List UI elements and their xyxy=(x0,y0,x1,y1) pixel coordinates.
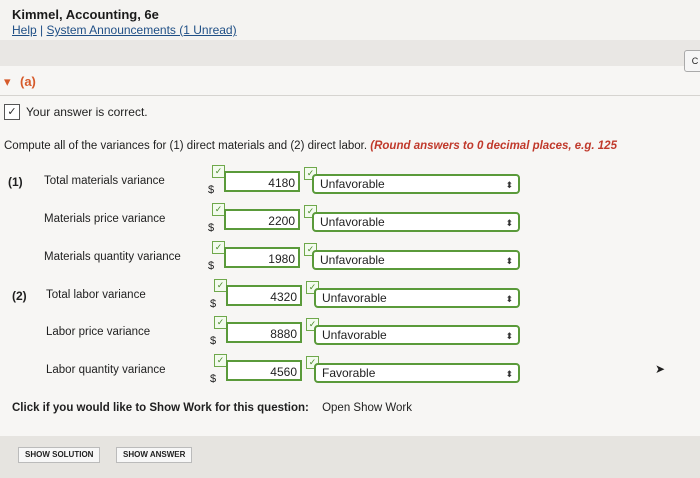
select-arrows-icon: ⬍ xyxy=(505,218,513,228)
help-link[interactable]: Help xyxy=(12,23,37,37)
show-work-line: Click if you would like to Show Work for… xyxy=(12,402,412,414)
announcements-link[interactable]: System Announcements (1 Unread) xyxy=(47,23,237,37)
select-arrows-icon: ⬍ xyxy=(505,369,513,379)
dollar-sign: $ xyxy=(208,222,215,234)
correct-indicator: ✓ Your answer is correct. xyxy=(4,104,148,120)
side-button[interactable]: C xyxy=(684,50,700,72)
open-show-work-link[interactable]: Open Show Work xyxy=(322,402,412,414)
bottom-bar xyxy=(0,436,700,478)
status-select[interactable]: Unfavorable ⬍ xyxy=(312,174,520,194)
amount-input[interactable]: 4560 xyxy=(226,360,302,381)
correct-text: Your answer is correct. xyxy=(26,105,148,119)
row-number: (1) xyxy=(8,175,23,189)
select-arrows-icon: ⬍ xyxy=(505,256,513,266)
show-solution-button[interactable]: SHOW SOLUTION xyxy=(18,447,101,463)
amount-input[interactable]: 8880 xyxy=(226,322,302,343)
rounding-note: (Round answers to 0 decimal places, e.g.… xyxy=(370,140,617,152)
status-value: Unfavorable xyxy=(320,253,385,267)
dollar-sign: $ xyxy=(208,260,215,272)
status-select[interactable]: Unfavorable ⬍ xyxy=(314,325,520,345)
dollar-sign: $ xyxy=(208,184,215,196)
amount-input[interactable]: 2200 xyxy=(224,209,300,230)
variance-label: Total labor variance xyxy=(46,289,146,301)
dollar-sign: $ xyxy=(210,373,217,385)
status-select[interactable]: Unfavorable ⬍ xyxy=(312,212,520,232)
page-header: Kimmel, Accounting, 6e Help | System Ann… xyxy=(0,0,700,40)
variance-label: Total materials variance xyxy=(44,175,165,187)
select-arrows-icon: ⬍ xyxy=(505,294,513,304)
variance-label: Labor quantity variance xyxy=(46,364,166,376)
status-select[interactable]: Favorable ⬍ xyxy=(314,363,520,383)
status-value: Unfavorable xyxy=(322,291,387,305)
instruction-text: Compute all of the variances for (1) dir… xyxy=(4,140,368,152)
variance-label: Materials price variance xyxy=(44,213,166,225)
checkmark-icon: ✓ xyxy=(4,104,20,120)
part-label: (a) xyxy=(20,74,36,89)
question-instruction: Compute all of the variances for (1) dir… xyxy=(4,140,617,152)
course-title: Kimmel, Accounting, 6e xyxy=(12,7,159,22)
variance-label: Materials quantity variance xyxy=(44,251,181,263)
status-value: Unfavorable xyxy=(322,328,387,342)
status-value: Favorable xyxy=(322,366,376,380)
amount-input[interactable]: 1980 xyxy=(224,247,300,268)
collapse-arrow-icon[interactable]: ▾ xyxy=(4,74,11,90)
variance-label: Labor price variance xyxy=(46,326,151,338)
dollar-sign: $ xyxy=(210,298,217,310)
amount-input[interactable]: 4320 xyxy=(226,285,302,306)
status-value: Unfavorable xyxy=(320,177,385,191)
status-select[interactable]: Unfavorable ⬍ xyxy=(314,288,520,308)
status-value: Unfavorable xyxy=(320,215,385,229)
mouse-cursor-icon: ➤ xyxy=(655,362,666,376)
dollar-sign: $ xyxy=(210,335,217,347)
divider xyxy=(0,95,700,96)
select-arrows-icon: ⬍ xyxy=(505,180,513,190)
amount-input[interactable]: 4180 xyxy=(224,171,300,192)
show-answer-button[interactable]: SHOW ANSWER xyxy=(116,447,193,463)
status-select[interactable]: Unfavorable ⬍ xyxy=(312,250,520,270)
select-arrows-icon: ⬍ xyxy=(505,331,513,341)
link-separator: | xyxy=(40,23,44,37)
show-work-prompt: Click if you would like to Show Work for… xyxy=(12,402,309,414)
row-number: (2) xyxy=(12,289,27,303)
help-links: Help | System Announcements (1 Unread) xyxy=(12,23,237,37)
